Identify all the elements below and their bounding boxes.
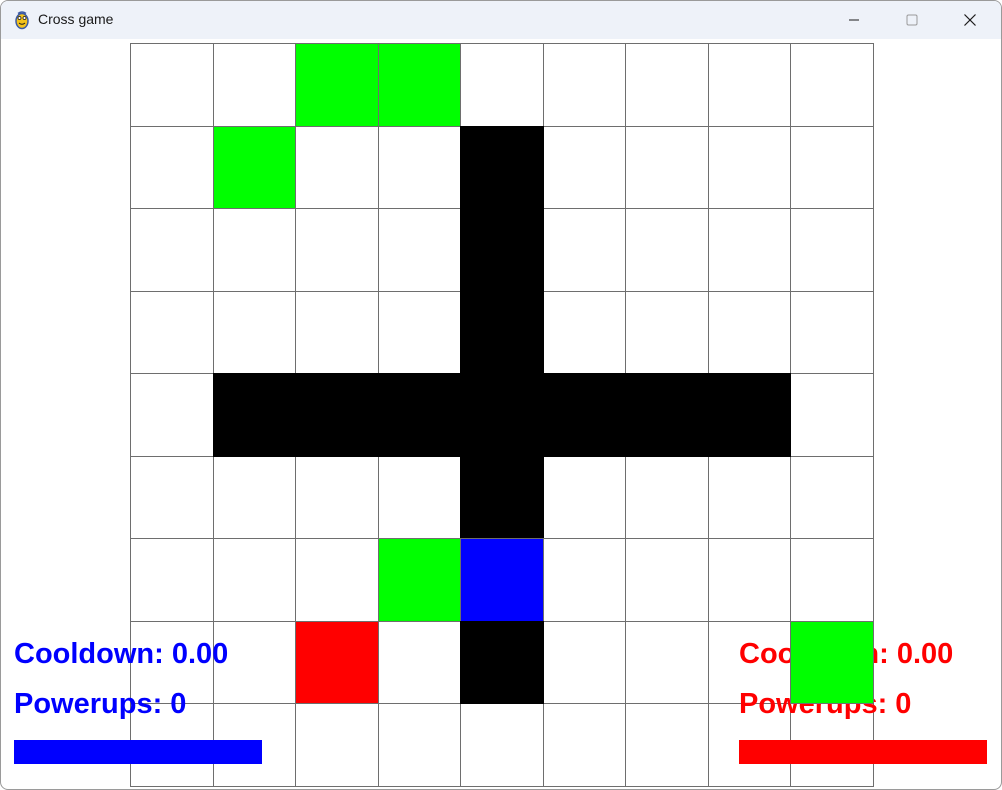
empty-cell[interactable] <box>130 373 214 457</box>
empty-cell[interactable] <box>542 290 626 374</box>
empty-cell[interactable] <box>212 208 296 292</box>
maximize-icon <box>906 14 918 26</box>
empty-cell[interactable] <box>707 290 791 374</box>
empty-cell[interactable] <box>625 703 709 787</box>
blue-cooldown-bar <box>14 740 262 764</box>
empty-cell[interactable] <box>295 208 379 292</box>
empty-cell[interactable] <box>625 290 709 374</box>
empty-cell[interactable] <box>377 620 461 704</box>
powerup-cell[interactable] <box>790 620 874 704</box>
empty-cell[interactable] <box>707 43 791 127</box>
minimize-button[interactable] <box>825 1 883 39</box>
game-board[interactable] <box>130 43 874 787</box>
empty-cell[interactable] <box>130 125 214 209</box>
close-icon <box>963 13 977 27</box>
empty-cell[interactable] <box>377 290 461 374</box>
empty-cell[interactable] <box>790 290 874 374</box>
wall-cell[interactable] <box>295 373 379 457</box>
empty-cell[interactable] <box>625 125 709 209</box>
empty-cell[interactable] <box>295 455 379 539</box>
blue-cooldown-label: Cooldown: 0.00 <box>14 638 229 670</box>
empty-cell[interactable] <box>542 455 626 539</box>
red-player-cell[interactable] <box>295 620 379 704</box>
wall-cell[interactable] <box>460 290 544 374</box>
empty-cell[interactable] <box>377 455 461 539</box>
red-cooldown-bar <box>739 740 987 764</box>
empty-cell[interactable] <box>542 208 626 292</box>
empty-cell[interactable] <box>542 125 626 209</box>
empty-cell[interactable] <box>460 43 544 127</box>
empty-cell[interactable] <box>542 538 626 622</box>
empty-cell[interactable] <box>377 703 461 787</box>
pygame-snake-icon <box>13 10 31 30</box>
powerup-cell[interactable] <box>295 43 379 127</box>
empty-cell[interactable] <box>790 373 874 457</box>
wall-cell[interactable] <box>377 373 461 457</box>
wall-cell[interactable] <box>460 373 544 457</box>
wall-cell[interactable] <box>460 620 544 704</box>
game-window: Cross game Cooldown: 0.00 Powerups: 0 Co… <box>0 0 1002 790</box>
empty-cell[interactable] <box>790 125 874 209</box>
empty-cell[interactable] <box>790 43 874 127</box>
empty-cell[interactable] <box>707 455 791 539</box>
empty-cell[interactable] <box>130 455 214 539</box>
empty-cell[interactable] <box>707 125 791 209</box>
wall-cell[interactable] <box>460 208 544 292</box>
empty-cell[interactable] <box>130 43 214 127</box>
wall-cell[interactable] <box>460 455 544 539</box>
empty-cell[interactable] <box>625 455 709 539</box>
empty-cell[interactable] <box>707 208 791 292</box>
empty-cell[interactable] <box>625 43 709 127</box>
empty-cell[interactable] <box>790 208 874 292</box>
blue-powerups-label: Powerups: 0 <box>14 688 187 720</box>
empty-cell[interactable] <box>625 208 709 292</box>
empty-cell[interactable] <box>542 703 626 787</box>
empty-cell[interactable] <box>625 538 709 622</box>
empty-cell[interactable] <box>790 455 874 539</box>
empty-cell[interactable] <box>295 290 379 374</box>
empty-cell[interactable] <box>542 43 626 127</box>
empty-cell[interactable] <box>295 703 379 787</box>
wall-cell[interactable] <box>212 373 296 457</box>
empty-cell[interactable] <box>212 538 296 622</box>
empty-cell[interactable] <box>625 620 709 704</box>
empty-cell[interactable] <box>377 125 461 209</box>
powerup-cell[interactable] <box>212 125 296 209</box>
empty-cell[interactable] <box>130 290 214 374</box>
empty-cell[interactable] <box>130 538 214 622</box>
empty-cell[interactable] <box>130 208 214 292</box>
empty-cell[interactable] <box>212 43 296 127</box>
blue-player-cell[interactable] <box>460 538 544 622</box>
maximize-button[interactable] <box>883 1 941 39</box>
wall-cell[interactable] <box>625 373 709 457</box>
empty-cell[interactable] <box>295 538 379 622</box>
close-button[interactable] <box>941 1 999 39</box>
empty-cell[interactable] <box>212 290 296 374</box>
empty-cell[interactable] <box>707 538 791 622</box>
wall-cell[interactable] <box>707 373 791 457</box>
minimize-icon <box>848 14 860 26</box>
title-bar[interactable]: Cross game <box>1 1 1001 39</box>
empty-cell[interactable] <box>212 455 296 539</box>
wall-cell[interactable] <box>542 373 626 457</box>
empty-cell[interactable] <box>295 125 379 209</box>
empty-cell[interactable] <box>377 208 461 292</box>
empty-cell[interactable] <box>790 538 874 622</box>
window-title: Cross game <box>38 11 114 27</box>
empty-cell[interactable] <box>542 620 626 704</box>
empty-cell[interactable] <box>460 703 544 787</box>
wall-cell[interactable] <box>460 125 544 209</box>
powerup-cell[interactable] <box>377 43 461 127</box>
powerup-cell[interactable] <box>377 538 461 622</box>
